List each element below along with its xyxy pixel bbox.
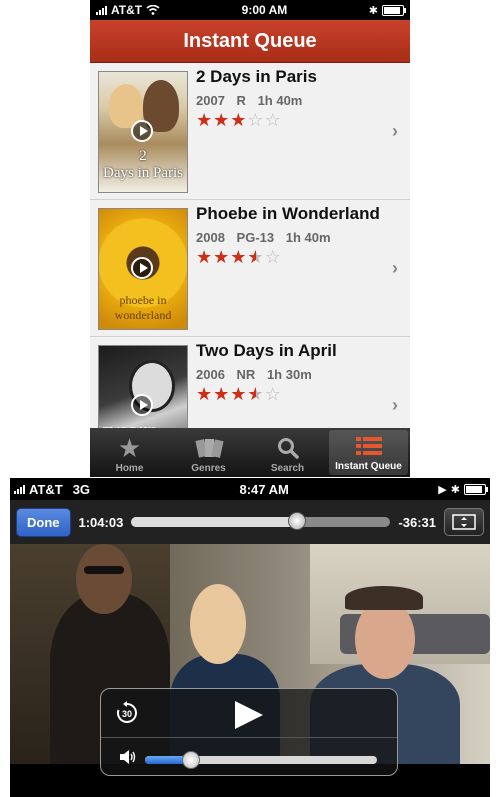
status-time: 9:00 AM — [241, 3, 288, 17]
video-player-screen: AT&T 3G 8:47 AM ▶ ✱ Done 1:04:03 -36:31 … — [10, 478, 490, 797]
tab-genres[interactable]: Genres — [169, 428, 248, 477]
movie-meta: 2008 PG-13 1h 40m — [196, 230, 380, 245]
wifi-icon — [146, 5, 160, 15]
tab-label: Genres — [191, 463, 226, 474]
list-item[interactable]: TWO DAYSIN APRIL Two Days in April 2006 … — [90, 337, 410, 429]
movie-rating: NR — [236, 367, 256, 382]
bluetooth-icon: ✱ — [368, 4, 378, 17]
elapsed-time: 1:04:03 — [78, 514, 124, 530]
star-icon: ★ — [117, 432, 142, 463]
carrier-label: AT&T — [111, 3, 143, 17]
signal-icon — [14, 484, 25, 494]
movie-poster: phoebe in wonderland — [98, 208, 188, 330]
tab-instant-queue[interactable]: Instant Queue — [329, 430, 408, 475]
tab-label: Home — [115, 463, 144, 474]
play-icon[interactable] — [131, 394, 153, 416]
battery-icon — [382, 4, 406, 16]
aspect-ratio-icon — [452, 514, 476, 530]
play-status-icon: ▶ — [438, 483, 447, 496]
instant-queue-screen: AT&T 9:00 AM ✱ Instant Queue 2 Days in Pa… — [90, 0, 410, 477]
status-bar: AT&T 9:00 AM ✱ — [90, 0, 410, 20]
star-rating[interactable]: ★★★★☆ — [196, 247, 380, 267]
fullscreen-toggle-button[interactable] — [444, 508, 484, 536]
player-top-bar: Done 1:04:03 -36:31 — [10, 500, 490, 544]
movie-list[interactable]: 2 Days in Paris 2 Days in Paris 2007 R 1h… — [90, 63, 410, 429]
list-icon — [354, 433, 384, 459]
movie-poster: TWO DAYSIN APRIL — [98, 345, 188, 429]
list-item[interactable]: 2 Days in Paris 2 Days in Paris 2007 R 1h… — [90, 63, 410, 200]
progress-scrubber[interactable] — [131, 512, 391, 530]
status-time: 8:47 AM — [239, 481, 289, 497]
movie-year: 2008 — [196, 230, 225, 245]
divider — [101, 737, 397, 738]
movie-rating: PG-13 — [236, 230, 275, 245]
play-button[interactable] — [235, 701, 263, 729]
carrier-label: AT&T — [29, 481, 63, 497]
volume-slider[interactable] — [145, 751, 377, 769]
movie-year: 2007 — [196, 93, 225, 108]
chevron-right-icon[interactable]: › — [392, 258, 398, 279]
movie-title: 2 Days in Paris — [196, 67, 317, 86]
chevron-right-icon[interactable]: › — [392, 395, 398, 416]
volume-icon — [120, 750, 136, 764]
movie-meta: 2006 NR 1h 30m — [196, 367, 337, 382]
network-label: 3G — [72, 481, 91, 497]
movie-rating: R — [236, 93, 246, 108]
progress-played — [131, 517, 298, 527]
signal-icon — [96, 5, 107, 15]
tab-home[interactable]: ★ Home — [90, 428, 169, 477]
list-item[interactable]: phoebe in wonderland Phoebe in Wonderland… — [90, 200, 410, 337]
play-icon[interactable] — [131, 120, 153, 142]
star-rating[interactable]: ★★★★☆ — [196, 384, 337, 404]
volume-knob[interactable] — [182, 751, 201, 769]
genres-icon — [194, 435, 224, 461]
skip-seconds-label: 30 — [122, 709, 132, 719]
tab-search[interactable]: Search — [248, 428, 327, 477]
movie-runtime: 1h 30m — [266, 367, 312, 382]
play-icon[interactable] — [131, 257, 153, 279]
tab-label: Instant Queue — [335, 461, 402, 472]
search-icon — [276, 435, 300, 461]
movie-title: Phoebe in Wonderland — [196, 204, 380, 223]
chevron-right-icon[interactable]: › — [392, 121, 398, 142]
movie-poster: 2 Days in Paris — [98, 71, 188, 193]
movie-title: Two Days in April — [196, 341, 337, 360]
status-bar: AT&T 3G 8:47 AM ▶ ✱ — [10, 478, 490, 500]
battery-icon — [463, 483, 488, 495]
star-rating[interactable]: ★★★☆☆ — [196, 110, 317, 130]
remaining-time: -36:31 — [398, 514, 436, 530]
skip-back-30-icon[interactable]: 30 — [115, 701, 139, 725]
bluetooth-icon: ✱ — [450, 483, 460, 496]
playback-controls: 30 — [100, 688, 398, 776]
scrubber-knob[interactable] — [288, 512, 307, 530]
tab-bar: ★ Home Genres Search Instant Queue — [90, 428, 410, 477]
tab-label: Search — [270, 463, 305, 474]
movie-year: 2006 — [196, 367, 225, 382]
movie-runtime: 1h 40m — [257, 93, 303, 108]
page-title: Instant Queue — [90, 20, 410, 63]
movie-runtime: 1h 40m — [285, 230, 331, 245]
movie-meta: 2007 R 1h 40m — [196, 93, 317, 108]
done-button[interactable]: Done — [16, 507, 71, 537]
